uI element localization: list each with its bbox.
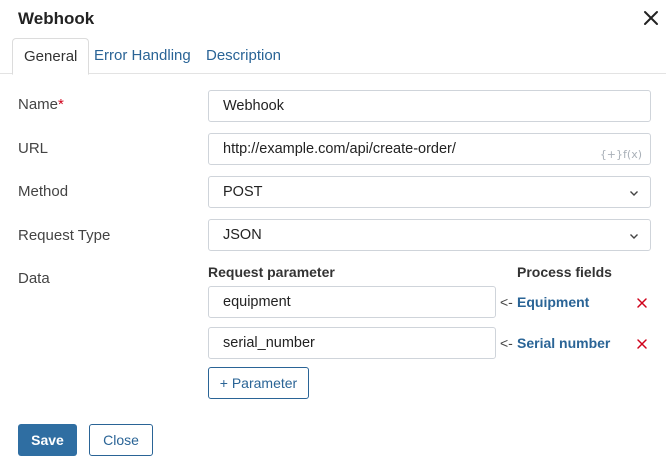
close-icon[interactable] bbox=[641, 8, 661, 28]
parameter-input[interactable]: serial_number bbox=[208, 327, 496, 359]
mapping-arrow: <- bbox=[500, 294, 513, 310]
webhook-dialog: Webhook General Error Handling Descripti… bbox=[0, 0, 666, 458]
method-value: POST bbox=[223, 184, 263, 200]
process-fields-header: Process fields bbox=[517, 264, 612, 280]
parameter-input[interactable]: equipment bbox=[208, 286, 496, 318]
name-input[interactable]: Webhook bbox=[208, 90, 651, 122]
request-type-label: Request Type bbox=[18, 227, 111, 244]
method-label: Method bbox=[18, 183, 69, 200]
process-field-link[interactable]: Equipment bbox=[517, 294, 589, 310]
save-button[interactable]: Save bbox=[18, 424, 77, 456]
url-input[interactable]: http://example.com/api/create-order/ {+}… bbox=[208, 133, 651, 165]
close-button[interactable]: Close bbox=[89, 424, 153, 456]
expression-icon[interactable]: {+}f(x) bbox=[600, 140, 642, 170]
name-label: Name* bbox=[18, 96, 64, 113]
data-label: Data bbox=[18, 270, 50, 287]
delete-icon[interactable] bbox=[636, 297, 648, 309]
chevron-down-icon bbox=[630, 191, 638, 196]
tab-error-handling[interactable]: Error Handling bbox=[83, 38, 202, 74]
required-mark: * bbox=[58, 96, 64, 113]
method-select[interactable]: POST bbox=[208, 176, 651, 208]
request-parameter-header: Request parameter bbox=[208, 264, 335, 280]
tab-description[interactable]: Description bbox=[195, 38, 292, 74]
tab-bar: General Error Handling Description bbox=[0, 38, 666, 75]
mapping-arrow: <- bbox=[500, 335, 513, 351]
process-field-link[interactable]: Serial number bbox=[517, 335, 610, 351]
request-type-select[interactable]: JSON bbox=[208, 219, 651, 251]
request-type-value: JSON bbox=[223, 227, 262, 243]
delete-icon[interactable] bbox=[636, 338, 648, 350]
url-value: http://example.com/api/create-order/ bbox=[223, 141, 456, 157]
url-label: URL bbox=[18, 140, 49, 157]
chevron-down-icon bbox=[630, 234, 638, 239]
tab-general[interactable]: General bbox=[12, 38, 90, 75]
dialog-title: Webhook bbox=[18, 9, 95, 28]
add-parameter-button[interactable]: + Parameter bbox=[208, 367, 309, 399]
